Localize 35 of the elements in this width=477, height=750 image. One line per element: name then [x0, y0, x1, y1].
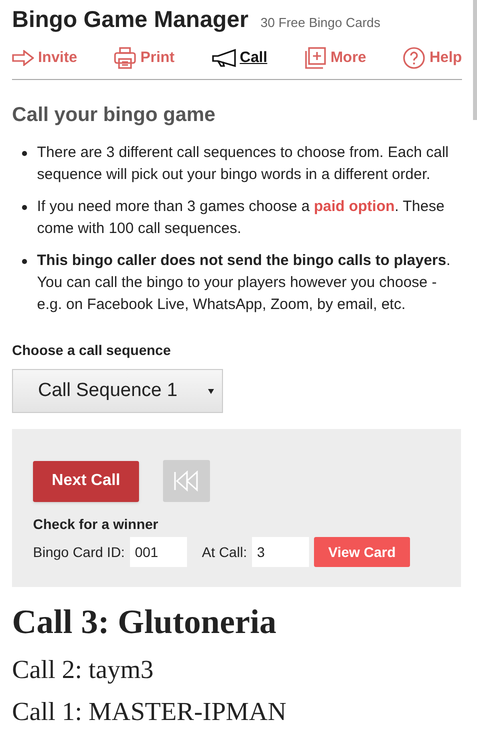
sequence-select[interactable]: Call Sequence 1: [12, 369, 223, 413]
nav-link[interactable]: Help: [403, 46, 462, 69]
bullet-icon: [22, 151, 27, 156]
nav-link[interactable]: Call: [212, 46, 268, 69]
call-entry: Call 1: MASTER-IPMAN: [12, 696, 288, 728]
next-call-button[interactable]: Next Call: [33, 460, 139, 502]
view-card-button[interactable]: View Card: [314, 537, 410, 567]
caret-icon: [208, 388, 214, 394]
card-id-field[interactable]: 001: [130, 537, 187, 567]
bullet-text: If you need more than 3 games choose a paid option. These come with 100 call sequences.: [37, 197, 446, 239]
at-call-label: At Call:: [202, 542, 247, 562]
rewind-icon: [172, 470, 200, 492]
plus-squares-icon: [304, 46, 326, 69]
check-winner-label: Check for a winner: [33, 515, 160, 534]
section-heading: Call your bingo game: [12, 103, 216, 128]
app-subtitle: 30 Free Bingo Cards: [260, 14, 380, 32]
help-icon: [403, 46, 426, 69]
paid-option-link[interactable]: paid option: [314, 198, 395, 215]
arrow-icon: [12, 50, 34, 66]
bullet-text: This bingo caller does not send the bingo calls to players. You can call the bingo to your players however you choose - e.g. on Facebook Live, WhatsApp, Zoom, by email, etc.: [37, 251, 452, 315]
bullet-text: There are 3 different call sequences to choose from. Each call sequence will pick out your bingo words in a different order.: [37, 143, 450, 185]
nav-link[interactable]: More: [304, 46, 366, 69]
bullet-icon: [22, 205, 27, 210]
app-title: Bingo Game Manager: [12, 5, 248, 34]
bullet-icon: [22, 259, 27, 264]
at-call-field[interactable]: 3: [252, 537, 309, 567]
call-entry: Call 2: taym3: [12, 654, 155, 686]
nav-link[interactable]: Invite: [12, 46, 78, 69]
scrollbar[interactable]: [473, 0, 477, 120]
sequence-label: Choose a call sequence: [12, 341, 172, 360]
printer-icon: [114, 46, 136, 69]
card-id-label: Bingo Card ID:: [33, 542, 125, 562]
nav-link[interactable]: Print: [114, 46, 175, 69]
megaphone-icon: [212, 48, 236, 67]
call-entry: Call 3: Glutoneria: [12, 603, 278, 643]
